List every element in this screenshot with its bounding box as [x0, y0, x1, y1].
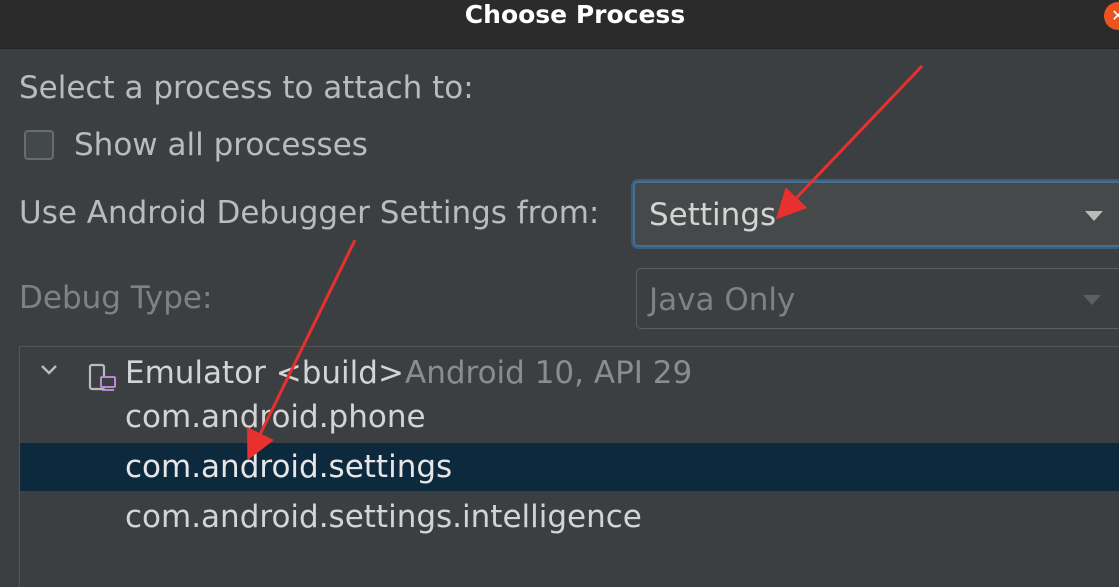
process-name: com.android.settings: [125, 449, 453, 485]
chevron-down-icon[interactable]: [38, 359, 60, 387]
process-tree[interactable]: Emulator <build> Android 10, API 29 com.…: [19, 346, 1119, 587]
chevron-down-icon: [1085, 211, 1103, 221]
debug-type-dropdown: Java Only: [636, 268, 1119, 329]
title-bar: Choose Process ✕: [0, 0, 1119, 49]
debug-type-label: Debug Type:: [19, 280, 213, 316]
chevron-down-icon: [1083, 295, 1101, 305]
tree-device-node[interactable]: Emulator <build> Android 10, API 29: [20, 353, 1119, 393]
dialog-title: Choose Process: [464, 0, 686, 29]
process-item[interactable]: com.android.phone: [20, 393, 1119, 441]
device-icon: [87, 363, 117, 393]
debug-type-value: Java Only: [649, 282, 796, 318]
show-all-processes-label[interactable]: Show all processes: [74, 127, 368, 163]
prompt-text: Select a process to attach to:: [19, 70, 474, 106]
debugger-settings-value: Settings: [649, 197, 777, 233]
device-name: Emulator <build>: [125, 355, 404, 391]
process-name: com.android.settings.intelligence: [125, 499, 642, 535]
show-all-processes-checkbox[interactable]: [24, 130, 54, 160]
process-item-selected[interactable]: com.android.settings: [20, 443, 1119, 491]
debugger-settings-label: Use Android Debugger Settings from:: [19, 195, 600, 231]
process-name: com.android.phone: [125, 399, 426, 435]
debugger-settings-dropdown[interactable]: Settings: [633, 181, 1119, 247]
device-info: Android 10, API 29: [405, 355, 693, 391]
process-item[interactable]: com.android.settings.intelligence: [20, 493, 1119, 541]
